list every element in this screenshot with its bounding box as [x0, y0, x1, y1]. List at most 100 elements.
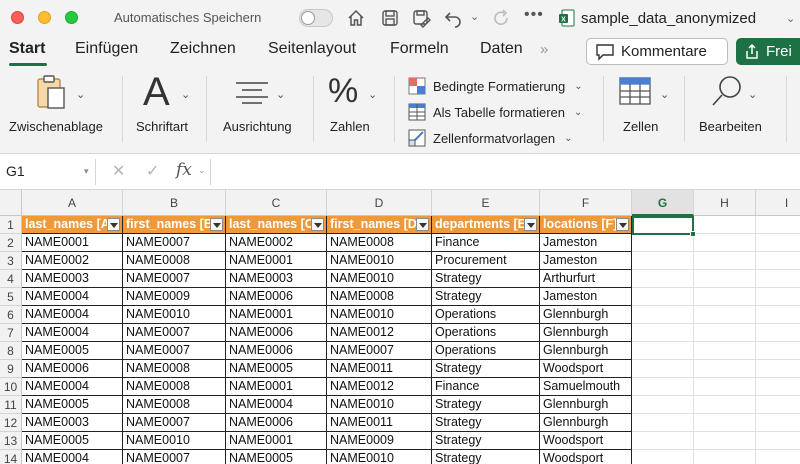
table-cell[interactable]: NAME0006	[226, 342, 327, 360]
confirm-edit-icon[interactable]: ✓	[146, 161, 159, 181]
table-cell[interactable]: Woodsport	[540, 450, 632, 464]
row-header[interactable]: 12	[0, 414, 22, 432]
empty-cell[interactable]	[694, 360, 756, 378]
document-chevron-down-icon[interactable]: ⌄	[786, 12, 795, 25]
empty-cell[interactable]	[756, 252, 800, 270]
table-cell[interactable]: NAME0005	[226, 450, 327, 464]
empty-cell[interactable]	[632, 378, 694, 396]
alignment-group[interactable]: ⌄ Ausrichtung	[210, 66, 310, 154]
column-header[interactable]: I	[756, 190, 800, 216]
table-cell[interactable]: Strategy	[432, 270, 540, 288]
table-cell[interactable]: NAME0001	[226, 252, 327, 270]
spreadsheet-grid[interactable]: A B C D E F G H I 1 last_names [A] first_names [B] l…	[0, 190, 800, 464]
cell-styles-button[interactable]: Zellenformatvorlagen ⌄	[408, 127, 573, 149]
table-cell[interactable]: NAME0009	[123, 288, 226, 306]
table-cell[interactable]: NAME0003	[22, 270, 123, 288]
table-cell[interactable]: Arthurfurt	[540, 270, 632, 288]
table-cell[interactable]: NAME0004	[226, 396, 327, 414]
empty-cell[interactable]	[632, 252, 694, 270]
empty-cell[interactable]	[694, 288, 756, 306]
formula-input[interactable]	[210, 159, 800, 185]
filter-dropdown-icon[interactable]	[107, 218, 120, 231]
table-cell[interactable]: NAME0006	[226, 288, 327, 306]
filter-dropdown-icon[interactable]	[311, 218, 324, 231]
more-tabs-icon[interactable]: »	[540, 41, 549, 58]
tab-formulas[interactable]: Formeln	[390, 40, 449, 58]
table-cell[interactable]: NAME0010	[327, 252, 432, 270]
table-cell[interactable]: Samuelmouth	[540, 378, 632, 396]
table-header-cell[interactable]: last_names [C]	[226, 216, 327, 234]
table-cell[interactable]: NAME0008	[123, 252, 226, 270]
empty-cell[interactable]	[694, 270, 756, 288]
filter-dropdown-icon[interactable]	[524, 218, 537, 231]
empty-cell[interactable]	[756, 396, 800, 414]
home-icon[interactable]	[346, 8, 366, 28]
tab-insert[interactable]: Einfügen	[75, 40, 138, 58]
row-header[interactable]: 10	[0, 378, 22, 396]
table-header-cell[interactable]: locations [F]	[540, 216, 632, 234]
table-cell[interactable]: NAME0012	[327, 378, 432, 396]
table-cell[interactable]: Procurement	[432, 252, 540, 270]
table-cell[interactable]: NAME0010	[327, 396, 432, 414]
filter-dropdown-icon[interactable]	[416, 218, 429, 231]
table-cell[interactable]: NAME0012	[327, 324, 432, 342]
column-header[interactable]: B	[123, 190, 226, 216]
cells-group[interactable]: ⌄ Zellen	[606, 66, 682, 154]
table-cell[interactable]: NAME0007	[123, 414, 226, 432]
empty-cell[interactable]	[756, 360, 800, 378]
table-cell[interactable]: NAME0002	[226, 234, 327, 252]
empty-cell[interactable]	[694, 396, 756, 414]
row-header[interactable]: 11	[0, 396, 22, 414]
empty-cell[interactable]	[756, 270, 800, 288]
table-cell[interactable]: NAME0001	[22, 234, 123, 252]
document-title[interactable]: sample_data_anonymized	[581, 10, 756, 27]
empty-cell[interactable]	[694, 378, 756, 396]
undo-chevron-down-icon[interactable]: ⌄	[470, 10, 479, 23]
column-header[interactable]: G	[632, 190, 694, 216]
table-cell[interactable]: Finance	[432, 234, 540, 252]
table-cell[interactable]: NAME0008	[123, 360, 226, 378]
table-header-cell[interactable]: first_names [B]	[123, 216, 226, 234]
empty-cell[interactable]	[694, 252, 756, 270]
empty-cell[interactable]	[632, 396, 694, 414]
empty-cell[interactable]	[694, 432, 756, 450]
minimize-window-button[interactable]	[38, 11, 51, 24]
table-cell[interactable]: NAME0004	[22, 306, 123, 324]
autosave-toggle[interactable]	[299, 9, 333, 27]
format-as-table-button[interactable]: Als Tabelle formatieren ⌄	[408, 101, 582, 123]
empty-cell[interactable]	[756, 414, 800, 432]
empty-cell[interactable]	[632, 324, 694, 342]
name-box[interactable]: G1	[0, 159, 96, 185]
row-header[interactable]: 6	[0, 306, 22, 324]
table-cell[interactable]: NAME0007	[327, 342, 432, 360]
table-cell[interactable]: NAME0011	[327, 360, 432, 378]
table-cell[interactable]: NAME0004	[22, 378, 123, 396]
filter-dropdown-icon[interactable]	[210, 218, 223, 231]
save-as-icon[interactable]	[411, 8, 431, 28]
zoom-window-button[interactable]	[65, 11, 78, 24]
empty-cell[interactable]	[632, 288, 694, 306]
table-cell[interactable]: Glennburgh	[540, 306, 632, 324]
row-header[interactable]: 8	[0, 342, 22, 360]
empty-cell[interactable]	[632, 450, 694, 464]
table-cell[interactable]: NAME0002	[22, 252, 123, 270]
table-cell[interactable]: NAME0006	[22, 360, 123, 378]
close-window-button[interactable]	[11, 11, 24, 24]
empty-cell[interactable]	[694, 216, 756, 234]
column-header[interactable]: A	[22, 190, 123, 216]
empty-cell[interactable]	[632, 414, 694, 432]
table-cell[interactable]: Jameston	[540, 234, 632, 252]
table-cell[interactable]: Woodsport	[540, 360, 632, 378]
tab-start[interactable]: Start	[9, 40, 45, 58]
function-chevron-down-icon[interactable]: ⌄	[198, 165, 206, 176]
undo-icon[interactable]	[443, 8, 463, 28]
empty-cell[interactable]	[694, 306, 756, 324]
table-cell[interactable]: Operations	[432, 306, 540, 324]
table-header-cell[interactable]: first_names [D]	[327, 216, 432, 234]
column-header[interactable]: E	[432, 190, 540, 216]
fill-handle[interactable]	[690, 231, 696, 237]
table-cell[interactable]: NAME0003	[226, 270, 327, 288]
name-box-chevron-down-icon[interactable]: ▾	[84, 166, 89, 177]
table-cell[interactable]: Finance	[432, 378, 540, 396]
empty-cell[interactable]	[694, 234, 756, 252]
